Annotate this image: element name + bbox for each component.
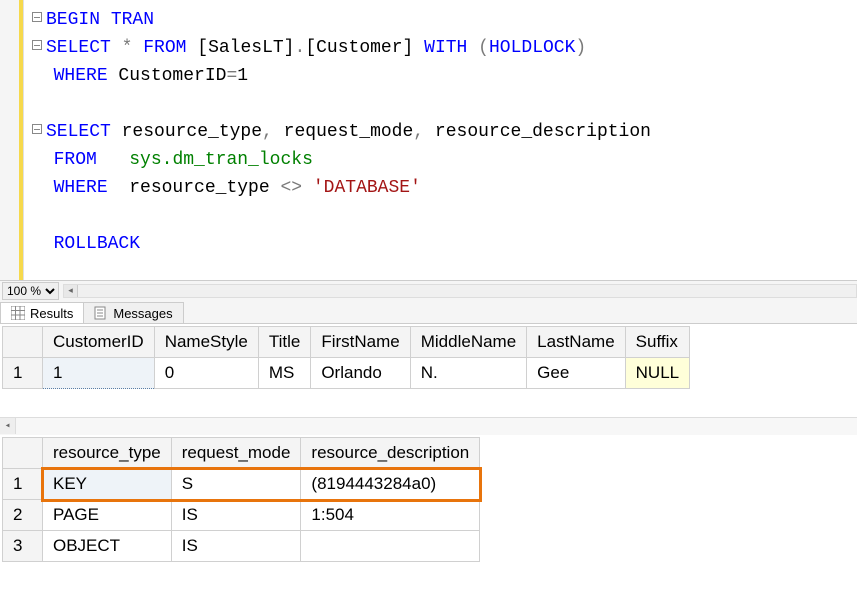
column-header[interactable]: CustomerID	[43, 327, 155, 358]
fold-toggle[interactable]	[32, 124, 42, 134]
editor-gutter	[0, 0, 24, 280]
table-row[interactable]: 110MSOrlandoN.GeeNULL	[3, 358, 690, 389]
cell[interactable]: (8194443284a0)	[301, 469, 480, 500]
cell[interactable]: Gee	[527, 358, 625, 389]
scroll-left-icon[interactable]: ◂	[0, 418, 16, 434]
grid-icon	[11, 306, 25, 320]
grid1-table[interactable]: CustomerIDNameStyleTitleFirstNameMiddleN…	[2, 326, 690, 389]
column-header[interactable]: Suffix	[625, 327, 689, 358]
scroll-left-icon[interactable]: ◂	[64, 285, 78, 297]
column-header[interactable]: request_mode	[171, 438, 301, 469]
column-header[interactable]: NameStyle	[154, 327, 258, 358]
table-row[interactable]: 3OBJECTIS	[3, 531, 480, 562]
cell[interactable]: MS	[258, 358, 311, 389]
cell[interactable]: N.	[410, 358, 526, 389]
tab-messages[interactable]: Messages	[83, 302, 183, 323]
cell[interactable]: IS	[171, 531, 301, 562]
column-header[interactable]: resource_type	[43, 438, 172, 469]
tab-results-label: Results	[30, 306, 73, 321]
tab-results[interactable]: Results	[0, 302, 84, 323]
fold-toggle[interactable]	[32, 40, 42, 50]
editor-footer: 100 % ◂	[0, 280, 857, 300]
row-number[interactable]: 3	[3, 531, 43, 562]
cell[interactable]: 1	[43, 358, 155, 389]
editor-hscroll[interactable]: ◂	[63, 284, 857, 298]
row-number[interactable]: 1	[3, 469, 43, 500]
fold-toggle[interactable]	[32, 12, 42, 22]
grid1-hscroll[interactable]: ◂	[0, 417, 857, 435]
column-header[interactable]: LastName	[527, 327, 625, 358]
row-number[interactable]: 2	[3, 500, 43, 531]
row-number[interactable]: 1	[3, 358, 43, 389]
cell[interactable]: Orlando	[311, 358, 410, 389]
column-header[interactable]: resource_description	[301, 438, 480, 469]
cell[interactable]: 1:504	[301, 500, 480, 531]
column-header[interactable]: FirstName	[311, 327, 410, 358]
cell[interactable]	[301, 531, 480, 562]
results-tabs: Results Messages	[0, 300, 857, 324]
table-row[interactable]: 2PAGEIS1:504	[3, 500, 480, 531]
results-grid-1: CustomerIDNameStyleTitleFirstNameMiddleN…	[0, 324, 857, 389]
cell[interactable]: IS	[171, 500, 301, 531]
zoom-select[interactable]: 100 %	[2, 282, 59, 300]
change-marker	[19, 0, 23, 280]
cell[interactable]: KEY	[43, 469, 172, 500]
sql-editor[interactable]: BEGIN TRANSELECT * FROM [SalesLT].[Custo…	[0, 0, 857, 280]
messages-icon	[94, 306, 108, 320]
column-header[interactable]: MiddleName	[410, 327, 526, 358]
row-header-corner[interactable]	[3, 327, 43, 358]
results-grid-2: resource_typerequest_moderesource_descri…	[0, 435, 857, 562]
cell[interactable]: S	[171, 469, 301, 500]
code-text[interactable]: BEGIN TRANSELECT * FROM [SalesLT].[Custo…	[24, 0, 653, 280]
tab-messages-label: Messages	[113, 306, 172, 321]
cell[interactable]: 0	[154, 358, 258, 389]
table-row[interactable]: 1KEYS(8194443284a0)	[3, 469, 480, 500]
row-header-corner[interactable]	[3, 438, 43, 469]
cell[interactable]: NULL	[625, 358, 689, 389]
column-header[interactable]: Title	[258, 327, 311, 358]
grid2-table[interactable]: resource_typerequest_moderesource_descri…	[2, 437, 480, 562]
cell[interactable]: PAGE	[43, 500, 172, 531]
cell[interactable]: OBJECT	[43, 531, 172, 562]
